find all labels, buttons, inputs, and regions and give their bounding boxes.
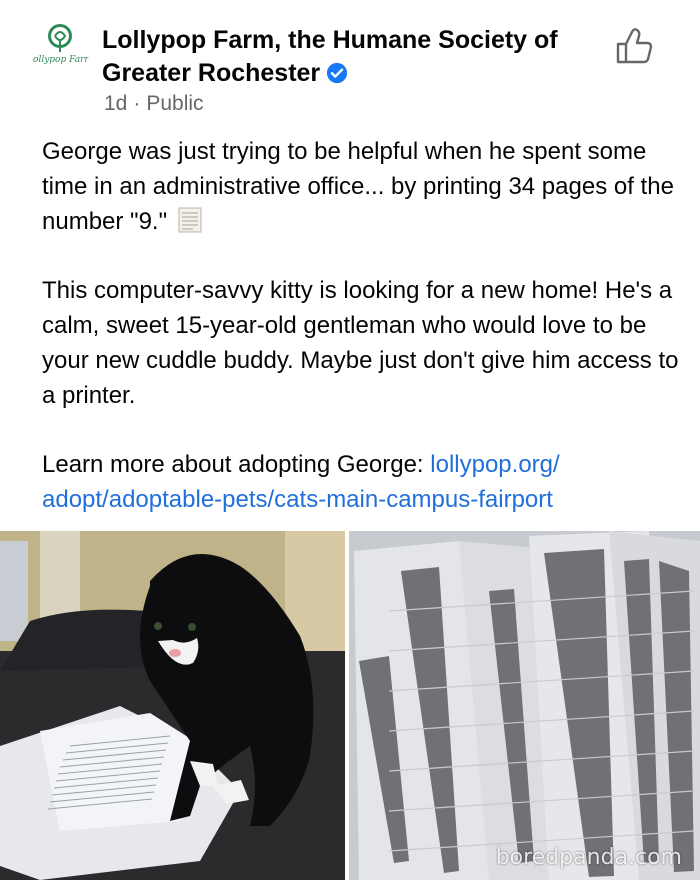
adoption-link-line-2[interactable]: adopt/adoptable-pets/cats-main-campus-fa… bbox=[42, 486, 553, 513]
watermark: boredpanda.com bbox=[495, 845, 682, 870]
like-button[interactable] bbox=[612, 24, 656, 68]
page-name[interactable]: Lollypop Farm, the Humane Society of Gre… bbox=[102, 24, 592, 90]
post-paragraph-3: Learn more about adopting George: lollyp… bbox=[42, 447, 682, 517]
post-meta: 1d · Public bbox=[104, 92, 204, 116]
photo-cat-on-papers[interactable] bbox=[0, 531, 345, 880]
logo-text: Lollypop Farm bbox=[30, 55, 90, 65]
post-body: George was just trying to be helpful whe… bbox=[42, 134, 682, 517]
photo-printed-nines[interactable]: boredpanda.com bbox=[349, 531, 700, 880]
post-visibility: Public bbox=[146, 92, 204, 115]
post-paragraph-2: This computer-savvy kitty is looking for… bbox=[42, 277, 679, 409]
learn-more-text: Learn more about adopting George: bbox=[42, 451, 431, 478]
facebook-post: Lollypop Farm Lollypop Farm, the Humane … bbox=[0, 0, 700, 880]
verified-badge-icon bbox=[327, 62, 348, 84]
thumbs-up-icon bbox=[616, 28, 653, 64]
meta-separator: · bbox=[133, 92, 141, 115]
scroll-page-emoji-icon bbox=[178, 207, 202, 233]
post-paragraph-1: George was just trying to be helpful whe… bbox=[42, 134, 682, 239]
printed-pages-illustration bbox=[349, 531, 700, 880]
page-avatar[interactable]: Lollypop Farm bbox=[30, 18, 90, 78]
post-header: Lollypop Farm Lollypop Farm, the Humane … bbox=[0, 0, 700, 130]
adoption-link-line-1[interactable]: lollypop.org/ bbox=[430, 451, 559, 478]
cat-photo-illustration bbox=[0, 531, 345, 880]
post-time[interactable]: 1d bbox=[104, 92, 127, 115]
post-paragraph-1-text: George was just trying to be helpful whe… bbox=[42, 138, 674, 235]
lollypop-farm-logo: Lollypop Farm bbox=[30, 24, 90, 65]
